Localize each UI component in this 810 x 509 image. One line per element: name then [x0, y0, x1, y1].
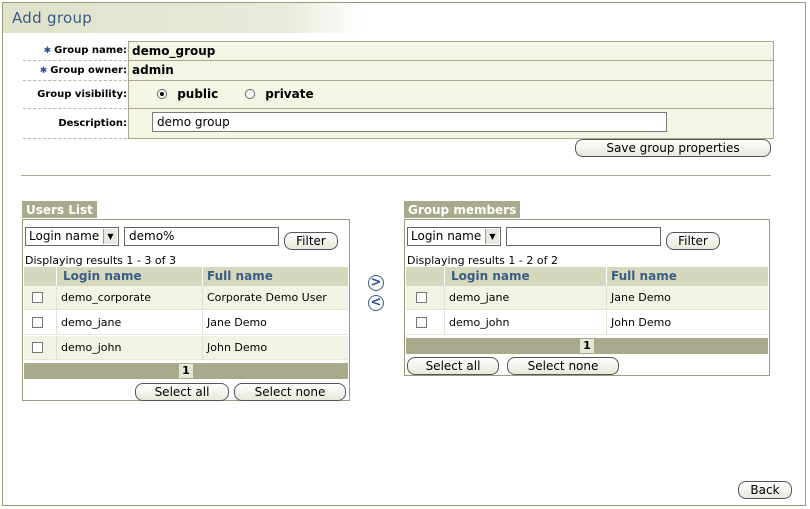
- page-title: Add group: [12, 9, 93, 27]
- row-checkbox[interactable]: [32, 342, 43, 353]
- public-radio[interactable]: [157, 89, 167, 99]
- add-group-window: Add group ✱ Group name: demo_group ✱ Group…: [2, 2, 806, 506]
- group-owner-label-text: Group owner:: [50, 65, 127, 76]
- row-login: demo_jane: [444, 286, 606, 310]
- group-members-tab: Group members: [404, 201, 521, 218]
- members-pager: 1: [406, 338, 768, 354]
- users-table-header: Login name Full name: [24, 267, 348, 286]
- public-label: public: [177, 87, 219, 101]
- row-fullname: Corporate Demo User: [202, 286, 348, 310]
- divider: [21, 175, 771, 176]
- table-row: demo_corporate Corporate Demo User: [24, 286, 348, 310]
- users-filter-input[interactable]: demo%: [124, 227, 279, 246]
- visibility-label: Group visibility:: [23, 81, 127, 109]
- row-login: demo_jane: [56, 311, 202, 335]
- members-filter-input[interactable]: [506, 227, 661, 246]
- description-input[interactable]: demo group: [152, 112, 667, 132]
- users-pager: 1: [24, 363, 348, 379]
- description-label: Description:: [23, 109, 127, 139]
- group-visibility-row: Group visibility: public private: [23, 81, 774, 109]
- table-row: demo_jane Jane Demo: [24, 311, 348, 335]
- row-fullname: John Demo: [202, 336, 348, 360]
- members-filter-button[interactable]: Filter: [666, 232, 720, 250]
- group-name-row: ✱ Group name: demo_group: [23, 41, 774, 61]
- visibility-public-option[interactable]: public: [157, 81, 218, 107]
- row-login: demo_john: [56, 336, 202, 360]
- row-checkbox[interactable]: [416, 317, 427, 328]
- row-checkbox[interactable]: [416, 292, 427, 303]
- row-login: demo_corporate: [56, 286, 202, 310]
- table-row: demo_john John Demo: [24, 336, 348, 360]
- arrow-left-icon: <: [370, 295, 382, 310]
- users-header-fullname[interactable]: Full name: [202, 267, 348, 286]
- users-select-none-button[interactable]: Select none: [234, 383, 346, 401]
- users-filter-field-value: Login name: [29, 229, 100, 243]
- table-row: demo_jane Jane Demo: [406, 286, 768, 310]
- description-cell: demo group: [128, 109, 774, 139]
- members-results-count: Displaying results 1 - 2 of 2: [407, 254, 558, 267]
- group-name-value: demo_group: [128, 41, 774, 61]
- chevron-down-icon: ▼: [485, 229, 499, 244]
- table-row: demo_john John Demo: [406, 311, 768, 335]
- save-group-properties-button[interactable]: Save group properties: [575, 139, 771, 157]
- group-name-label-text: Group name:: [54, 45, 127, 56]
- members-select-all-button[interactable]: Select all: [407, 357, 499, 375]
- arrow-right-icon: >: [370, 275, 382, 290]
- back-button[interactable]: Back: [738, 481, 792, 499]
- members-select-none-button[interactable]: Select none: [507, 357, 619, 375]
- group-owner-value: admin: [128, 61, 774, 81]
- visibility-options: public private: [128, 81, 774, 109]
- members-filter-field-select[interactable]: Login name ▼: [407, 227, 501, 246]
- users-list-panel: Login name ▼ demo% Filter Displaying res…: [22, 219, 350, 401]
- members-table-header: Login name Full name: [406, 267, 768, 286]
- members-page-number[interactable]: 1: [580, 339, 594, 353]
- required-star-icon: ✱: [39, 66, 48, 76]
- row-fullname: John Demo: [606, 311, 768, 335]
- title-bar: Add group: [3, 3, 805, 33]
- required-star-icon: ✱: [43, 46, 52, 56]
- group-owner-row: ✱ Group owner: admin: [23, 61, 774, 81]
- group-owner-label: ✱ Group owner:: [23, 61, 127, 81]
- row-login: demo_john: [444, 311, 606, 335]
- private-radio[interactable]: [245, 89, 255, 99]
- add-to-group-button[interactable]: >: [368, 275, 384, 291]
- row-fullname: Jane Demo: [202, 311, 348, 335]
- private-label: private: [265, 87, 314, 101]
- row-checkbox[interactable]: [32, 292, 43, 303]
- row-fullname: Jane Demo: [606, 286, 768, 310]
- group-members-panel: Login name ▼ Filter Displaying results 1…: [404, 219, 770, 376]
- row-checkbox[interactable]: [32, 317, 43, 328]
- users-list-tab: Users List: [22, 201, 97, 218]
- visibility-private-option[interactable]: private: [245, 81, 314, 107]
- users-filter-field-select[interactable]: Login name ▼: [25, 227, 119, 246]
- users-header-login[interactable]: Login name: [56, 267, 202, 286]
- members-header-login[interactable]: Login name: [444, 267, 606, 286]
- users-header-checkbox-col: [24, 267, 56, 286]
- users-filter-button[interactable]: Filter: [284, 232, 338, 250]
- users-page-number[interactable]: 1: [179, 364, 193, 378]
- users-select-all-button[interactable]: Select all: [135, 383, 229, 401]
- users-results-count: Displaying results 1 - 3 of 3: [25, 254, 176, 267]
- remove-from-group-button[interactable]: <: [368, 295, 384, 311]
- group-name-label: ✱ Group name:: [23, 41, 127, 61]
- members-header-fullname[interactable]: Full name: [606, 267, 768, 286]
- chevron-down-icon: ▼: [103, 229, 117, 244]
- members-filter-field-value: Login name: [411, 229, 482, 243]
- members-header-checkbox-col: [406, 267, 444, 286]
- description-row: Description: demo group: [23, 109, 774, 139]
